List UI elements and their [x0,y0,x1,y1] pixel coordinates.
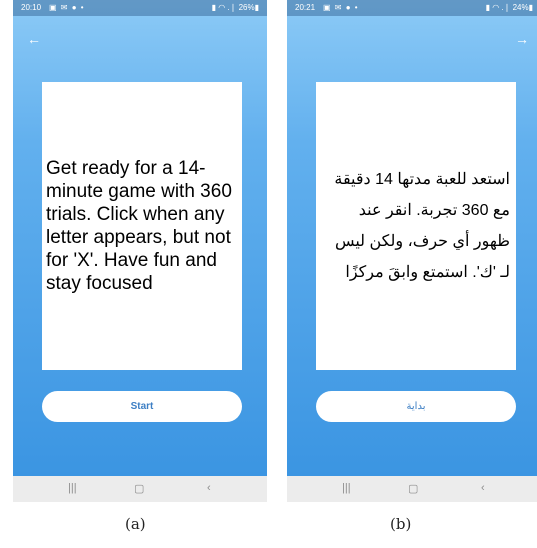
phone-screenshot-arabic: 20:21 ▣ ✉ ● • ▮ ◠ .❘ 24%▮ → استعد للعبة … [287,0,537,502]
status-bar: 20:21 ▣ ✉ ● • ▮ ◠ .❘ 24%▮ [287,0,537,16]
back-icon[interactable]: ‹ [481,482,485,494]
recent-apps-icon[interactable]: ||| [342,482,351,494]
battery-signal-status: ▮ ◠ .❘ 24%▮ [485,3,533,12]
instruction-card: استعد للعبة مدتها 14 دقيقة مع 360 تجربة.… [316,82,516,370]
status-time: 20:10 [21,3,42,12]
home-icon[interactable]: ▢ [408,482,418,495]
recent-apps-icon[interactable]: ||| [68,482,77,494]
app-screen: 20:10 ▣ ✉ ● • ▮ ◠ .❘ 26%▮ ← Get ready fo… [13,0,267,476]
status-bar: 20:10 ▣ ✉ ● • ▮ ◠ .❘ 26%▮ [13,0,267,16]
forward-arrow-icon[interactable]: → [515,32,529,46]
instruction-text: Get ready for a 14-minute game with 360 … [46,158,232,294]
instruction-card: Get ready for a 14-minute game with 360 … [42,82,242,370]
home-icon[interactable]: ▢ [134,482,144,495]
phone-screenshot-english: 20:10 ▣ ✉ ● • ▮ ◠ .❘ 26%▮ ← Get ready fo… [13,0,267,502]
start-button[interactable]: بداية [316,391,516,422]
android-nav-bar: ||| ▢ ‹ [13,476,267,502]
app-screen: 20:21 ▣ ✉ ● • ▮ ◠ .❘ 24%▮ → استعد للعبة … [287,0,537,476]
back-icon[interactable]: ‹ [207,482,211,494]
battery-signal-status: ▮ ◠ .❘ 26%▮ [211,3,259,12]
status-time: 20:21 [295,3,316,12]
caption-a: (a) [125,515,146,533]
notification-icons: ▣ ✉ ● • [323,3,359,12]
android-nav-bar: ||| ▢ ‹ [287,476,537,502]
caption-b: (b) [390,515,412,533]
start-button[interactable]: Start [42,391,242,422]
instruction-text: استعد للعبة مدتها 14 دقيقة مع 360 تجربة.… [334,171,510,281]
notification-icons: ▣ ✉ ● • [49,3,85,12]
back-arrow-icon[interactable]: ← [27,32,41,46]
